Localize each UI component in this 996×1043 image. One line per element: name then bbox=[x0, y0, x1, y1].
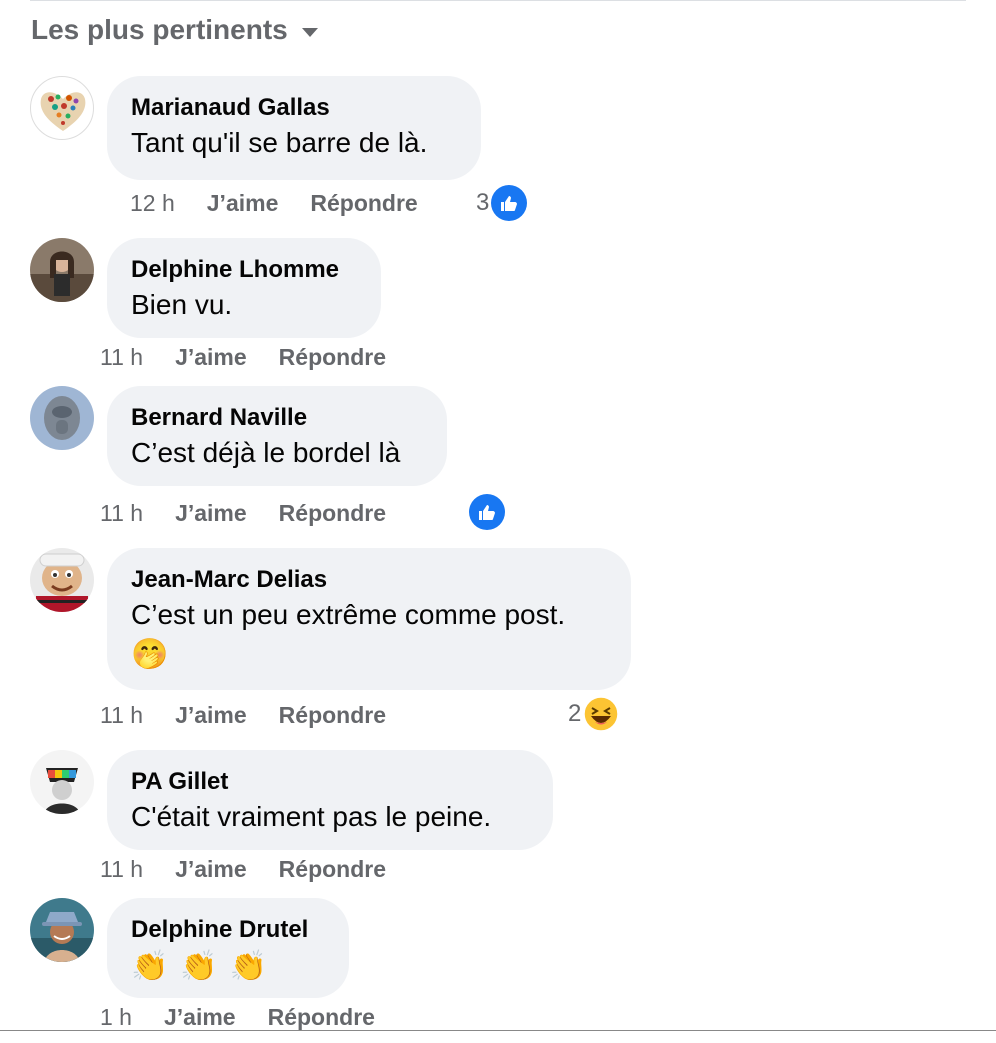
comment-text: C'était vraiment pas le peine. bbox=[131, 801, 492, 832]
reply-button[interactable]: Répondre bbox=[310, 190, 417, 217]
comment-actions: 11 h J’aime Répondre bbox=[100, 853, 418, 885]
comment-author[interactable]: Marianaud Gallas bbox=[131, 92, 457, 124]
reply-button[interactable]: Répondre bbox=[268, 1004, 375, 1031]
like-button[interactable]: J’aime bbox=[207, 190, 279, 217]
caret-down-icon bbox=[301, 27, 318, 37]
comment-text: Bien vu. bbox=[131, 289, 233, 320]
clapping-hands-emoji: 👏 bbox=[131, 950, 169, 983]
comment-time[interactable]: 1 h bbox=[100, 1004, 132, 1031]
comment-actions: 11 h J’aime Répondre bbox=[100, 341, 418, 373]
comment-time[interactable]: 12 h bbox=[130, 190, 175, 217]
comment-time[interactable]: 11 h bbox=[100, 344, 143, 371]
comment-author[interactable]: Delphine Drutel bbox=[131, 914, 325, 946]
reaction-count: 3 bbox=[476, 189, 490, 216]
comment-bubble: Delphine Lhomme Bien vu. bbox=[107, 238, 381, 338]
comment-actions: 1 h J’aime Répondre bbox=[100, 1001, 407, 1033]
avatar[interactable] bbox=[30, 898, 94, 962]
comment-bubble: Jean-Marc Delias C’est un peu extrême co… bbox=[107, 548, 631, 690]
avatar[interactable] bbox=[30, 548, 94, 612]
comment-time[interactable]: 11 h bbox=[100, 856, 143, 883]
clapping-hands-emoji: 👏 bbox=[229, 950, 268, 983]
comment-actions: 11 h J’aime Répondre bbox=[100, 699, 418, 731]
avatar[interactable] bbox=[30, 238, 94, 302]
reply-button[interactable]: Répondre bbox=[279, 344, 386, 371]
comment-text: C’est déjà le bordel là bbox=[131, 437, 401, 468]
comment-bubble: Delphine Drutel 👏 👏 👏 bbox=[107, 898, 349, 998]
like-button[interactable]: J’aime bbox=[175, 344, 247, 371]
avatar[interactable] bbox=[30, 750, 94, 814]
sort-label: Les plus pertinents bbox=[31, 14, 288, 45]
comment-time[interactable]: 11 h bbox=[100, 500, 143, 527]
reply-button[interactable]: Répondre bbox=[279, 702, 386, 729]
like-button[interactable]: J’aime bbox=[175, 856, 247, 883]
reply-button[interactable]: Répondre bbox=[279, 500, 386, 527]
comment-actions: 11 h J’aime Répondre bbox=[100, 497, 418, 529]
reaction-count: 2 bbox=[568, 700, 582, 727]
sort-dropdown[interactable]: Les plus pertinents bbox=[31, 12, 318, 48]
comment-bubble: PA Gillet C'était vraiment pas le peine. bbox=[107, 750, 553, 850]
like-button[interactable]: J’aime bbox=[164, 1004, 236, 1031]
reaction-summary[interactable]: 2 bbox=[568, 696, 620, 732]
thumbs-up-icon bbox=[491, 185, 528, 221]
comment-emoji: 🤭 bbox=[131, 636, 607, 674]
comment-author[interactable]: Delphine Lhomme bbox=[131, 254, 357, 286]
like-button[interactable]: J’aime bbox=[175, 702, 247, 729]
reply-button[interactable]: Répondre bbox=[279, 856, 386, 883]
reaction-summary[interactable] bbox=[469, 494, 505, 530]
comment-actions: 12 h J’aime Répondre bbox=[130, 187, 450, 219]
thumbs-up-icon bbox=[469, 494, 505, 530]
comment-bubble: Marianaud Gallas Tant qu'il se barre de … bbox=[107, 76, 481, 180]
comment-text: C’est un peu extrême comme post. bbox=[131, 599, 566, 630]
haha-emoji-icon bbox=[583, 696, 620, 732]
comment-author[interactable]: PA Gillet bbox=[131, 766, 529, 798]
comment-emojis: 👏 👏 👏 bbox=[131, 948, 325, 986]
comment-author[interactable]: Bernard Naville bbox=[131, 402, 423, 434]
avatar[interactable] bbox=[30, 76, 94, 140]
clapping-hands-emoji: 👏 bbox=[180, 950, 218, 983]
comment-bubble: Bernard Naville C’est déjà le bordel là bbox=[107, 386, 447, 486]
comment-time[interactable]: 11 h bbox=[100, 702, 143, 729]
avatar[interactable] bbox=[30, 386, 94, 450]
hand-over-mouth-emoji: 🤭 bbox=[131, 638, 169, 671]
like-button[interactable]: J’aime bbox=[175, 500, 247, 527]
comment-author[interactable]: Jean-Marc Delias bbox=[131, 564, 607, 596]
comment-text: Tant qu'il se barre de là. bbox=[131, 127, 428, 158]
reaction-summary[interactable]: 3 bbox=[476, 185, 528, 221]
bottom-edge bbox=[0, 1030, 996, 1043]
top-divider bbox=[30, 0, 966, 1]
